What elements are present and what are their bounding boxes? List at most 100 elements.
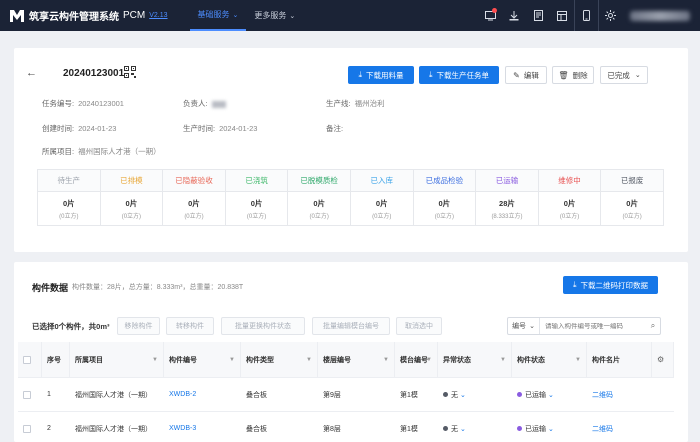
transfer-component-button[interactable]: 转移构件	[166, 317, 214, 335]
download-icon[interactable]	[502, 0, 526, 31]
mobile-icon[interactable]	[574, 0, 598, 31]
stage-name: 已脱模质检	[300, 176, 338, 185]
filter-icon[interactable]: ▼	[229, 357, 235, 363]
logo: 筑享云构件管理系统 PCM V2.13	[10, 8, 168, 23]
select-all-cell	[18, 342, 42, 377]
cell-card[interactable]: 二维码	[587, 412, 652, 442]
created-label: 创建时间:	[42, 124, 75, 133]
column-header[interactable]: 构件编号 ▼	[164, 342, 241, 377]
column-header-label: 构件名片	[592, 356, 620, 364]
delete-button[interactable]: 🗑 删除	[552, 66, 594, 84]
stage-count-cell: 0片 (0立方)	[601, 192, 663, 225]
filter-icon[interactable]: ▼	[500, 357, 506, 363]
stage-count-cell: 0片 (0立方)	[101, 192, 164, 225]
stage-name-cell: 已脱模质检	[288, 170, 351, 191]
stage-name: 已成品检验	[425, 176, 464, 185]
chevron-down-icon[interactable]: ⌄	[548, 425, 554, 433]
created-field: 创建时间: 2024-01-23	[42, 123, 116, 134]
search-field-value: 编号	[512, 323, 527, 330]
column-header[interactable]: 序号	[42, 342, 70, 377]
column-header[interactable]: 构件状态 ▼	[512, 342, 587, 377]
filter-icon[interactable]: ▼	[383, 357, 389, 363]
download-task-sheet-button[interactable]: ⤓ 下载生产任务单	[419, 66, 499, 84]
search-input[interactable]	[540, 322, 646, 330]
select-all-checkbox[interactable]	[23, 355, 31, 364]
produce-label: 生产时间:	[183, 124, 216, 133]
back-arrow-icon[interactable]: ←	[26, 67, 37, 79]
cell-value: 第8层	[323, 425, 341, 433]
column-header[interactable]: 异常状态 ▼	[438, 342, 512, 377]
stage-count-cell: 0片 (0立方)	[226, 192, 289, 225]
cell-value[interactable]: 二维码	[592, 424, 613, 434]
search-field-select[interactable]: 编号 ⌄	[508, 318, 540, 334]
column-header[interactable]: 楼层编号 ▼	[318, 342, 395, 377]
chevron-down-icon: ⌄	[232, 11, 239, 19]
cell-value[interactable]: XWDB-3	[169, 425, 196, 432]
chevron-down-icon[interactable]: ⌄	[460, 391, 466, 399]
table-row[interactable]: 2 福州国际人才港（一期） XWDB-3 叠合板 第8层 第1模无 ⌄ 已运输 ⌄ 二维码	[18, 412, 674, 442]
produce-field: 生产时间: 2024-01-23	[183, 123, 257, 134]
cell-value: 叠合板	[246, 391, 267, 399]
stage-name-cell: 已浇筑	[226, 170, 289, 191]
nav-more-services[interactable]: 更多服务 ⌄	[246, 0, 303, 31]
cell-value[interactable]: 二维码	[592, 390, 613, 400]
status-dot	[443, 392, 448, 397]
user-avatar[interactable]	[630, 10, 690, 21]
layout-icon[interactable]	[550, 0, 574, 31]
cancel-selection-button[interactable]: 取消选中	[396, 317, 442, 335]
filter-icon[interactable]: ▼	[426, 357, 432, 363]
table-row[interactable]: 1 福州国际人才港（一期） XWDB-2 叠合板 第9层 第1模无 ⌄ 已运输 ⌄ 二维码	[18, 378, 674, 412]
cell-abnormal: 无 ⌄	[438, 378, 512, 411]
download-qr-data-button[interactable]: ⤓ 下载二维码打印数据	[563, 276, 658, 294]
stage-name-cell: 已隐蔽验收	[163, 170, 226, 191]
task-no-label: 任务编号:	[42, 99, 75, 108]
filter-icon[interactable]: ▼	[152, 357, 158, 363]
status-select[interactable]: 已完成 ⌄	[600, 66, 648, 84]
batch-change-status-button[interactable]: 批量更换构件状态	[221, 317, 305, 335]
column-header[interactable]: 所属项目 ▼	[70, 342, 164, 377]
column-header-label: 构件编号	[169, 356, 197, 364]
edit-button[interactable]: ✎ 编辑	[505, 66, 547, 84]
chevron-down-icon[interactable]: ⌄	[548, 391, 554, 399]
gear-icon[interactable]: ⚙	[657, 355, 664, 364]
app-version[interactable]: V2.13	[149, 12, 167, 19]
batch-edit-platform-button[interactable]: 批量编辑模台编号	[312, 317, 390, 335]
cell-platform: 第1模	[395, 412, 438, 442]
monitor-icon[interactable]	[478, 0, 502, 31]
stage-name-cell: 已入库	[351, 170, 414, 191]
column-header[interactable]: 构件名片	[587, 342, 652, 377]
owner-field: 负责人:	[183, 98, 226, 109]
filter-icon[interactable]: ▼	[575, 357, 581, 363]
gear-icon[interactable]	[598, 0, 622, 31]
nav-label: 基础服务	[197, 10, 230, 19]
cell-code[interactable]: XWDB-3	[164, 412, 241, 442]
cell-value[interactable]: XWDB-2	[169, 391, 196, 398]
filter-icon[interactable]: ▼	[306, 357, 312, 363]
cell-platform: 第1模	[395, 378, 438, 411]
cell-value: 第1模	[400, 425, 418, 433]
produce-value: 2024-01-23	[219, 124, 258, 133]
stage-name: 已排模	[120, 176, 143, 185]
chevron-down-icon: ⌄	[529, 323, 535, 330]
cell-card[interactable]: 二维码	[587, 378, 652, 411]
search-icon[interactable]: ⌕	[646, 321, 660, 331]
button-label: 编辑	[523, 70, 539, 80]
button-label: 下载用料量	[366, 70, 404, 80]
row-checkbox[interactable]	[23, 424, 31, 433]
notification-dot	[492, 8, 497, 13]
column-header[interactable]: 模台编号 ▼	[395, 342, 438, 377]
chevron-down-icon: ⌄	[634, 72, 641, 79]
row-select-cell	[18, 412, 42, 442]
nav-basic-services[interactable]: 基础服务 ⌄	[189, 0, 247, 31]
column-header-label: 构件类型	[246, 356, 274, 364]
column-header[interactable]: 构件类型 ▼	[241, 342, 318, 377]
document-icon[interactable]	[526, 0, 550, 31]
cell-code[interactable]: XWDB-2	[164, 378, 241, 411]
qr-code-icon[interactable]	[124, 66, 136, 78]
row-checkbox[interactable]	[23, 390, 31, 399]
chevron-down-icon[interactable]: ⌄	[460, 425, 466, 433]
stage-volume: (0立方)	[372, 213, 392, 220]
remove-component-button[interactable]: 移除构件	[117, 317, 160, 335]
stage-count-cell: 0片 (0立方)	[288, 192, 351, 225]
download-material-button[interactable]: ⤓ 下载用料量	[348, 66, 414, 84]
